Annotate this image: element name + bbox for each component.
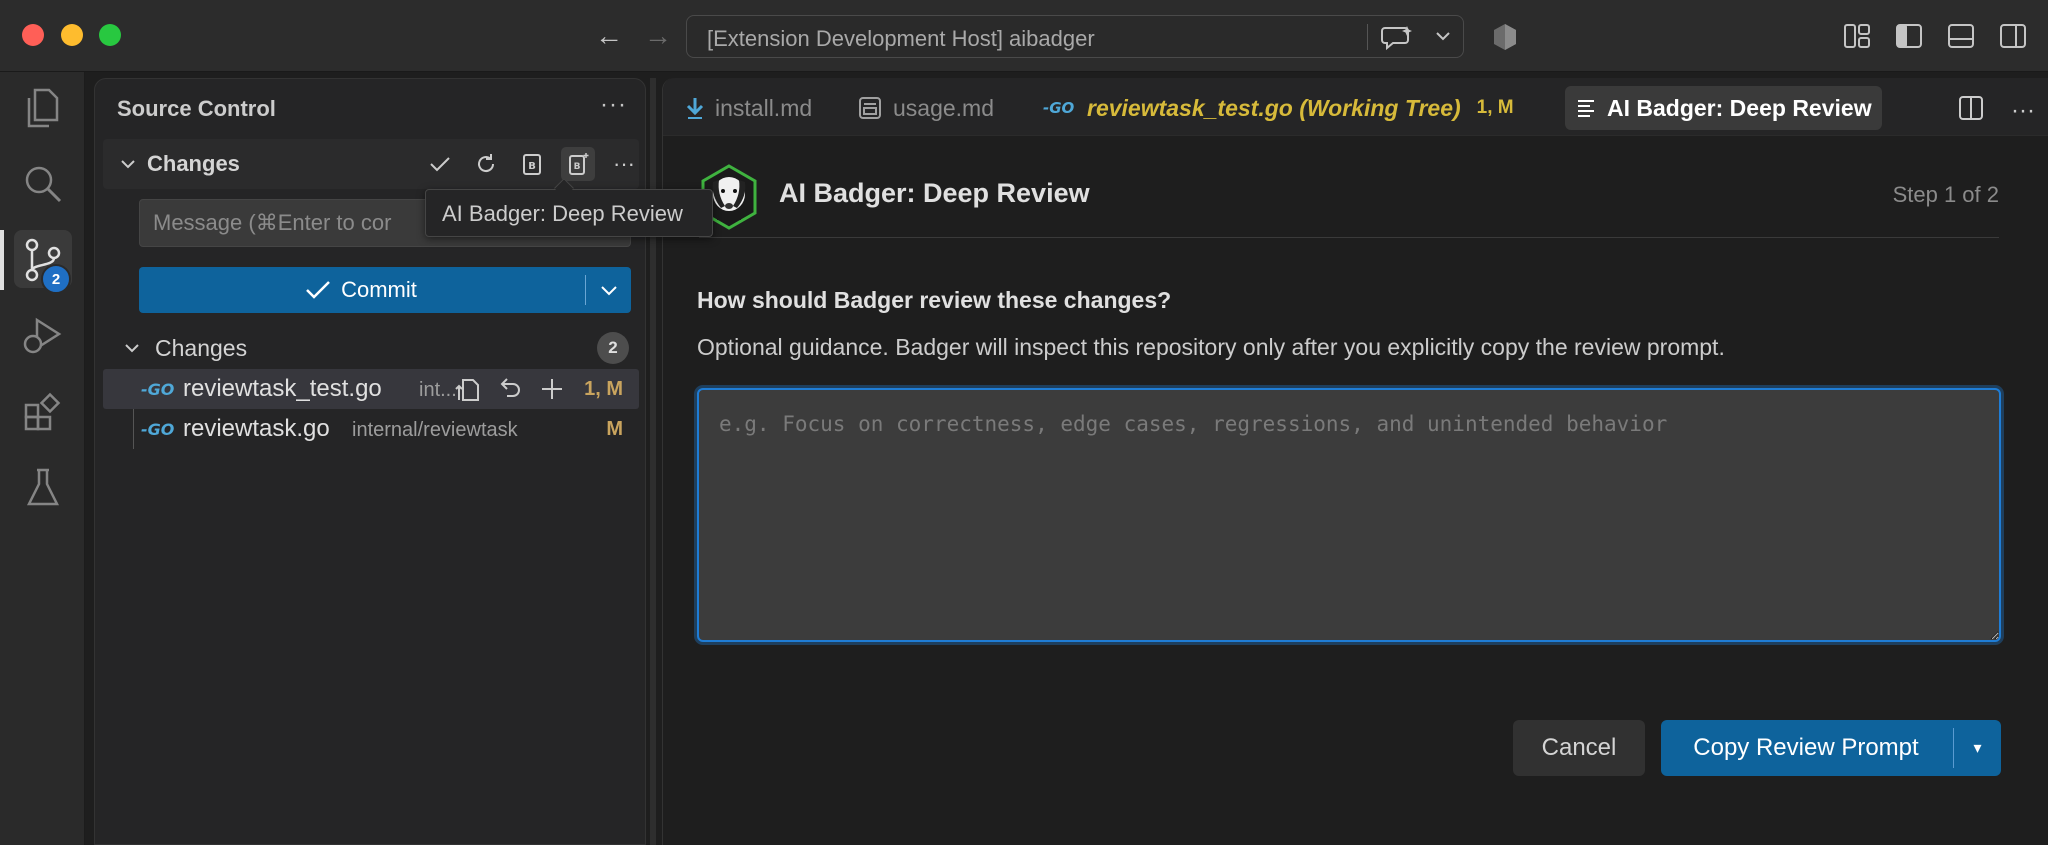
panel-header: AI Badger: Deep Review Step 1 of 2 (699, 164, 1999, 238)
commit-check-icon[interactable] (423, 147, 457, 181)
commit-button-main[interactable]: Commit (139, 267, 583, 313)
back-arrow-icon[interactable]: ← (595, 22, 623, 50)
changes-count-badge: 2 (597, 332, 629, 364)
divider (585, 275, 586, 305)
copy-review-prompt-button[interactable]: Copy Review Prompt ▾ (1661, 720, 2001, 776)
tab-status: 1, M (1476, 97, 1514, 118)
copilot-icon[interactable] (1490, 22, 1520, 57)
open-file-icon[interactable] (451, 373, 485, 405)
toggle-secondary-sidebar-icon[interactable] (1998, 22, 2028, 55)
tab-reviewtask-test-go[interactable]: -GO reviewtask_test.go (Working Tree) 1,… (1033, 86, 1524, 130)
badger-review-icon[interactable]: B (515, 147, 549, 181)
commit-dropdown-button[interactable] (587, 267, 631, 313)
forward-arrow-icon[interactable]: → (644, 22, 672, 50)
title-bar: ← → [Extension Development Host] aibadge… (0, 0, 2048, 72)
explorer-icon[interactable] (0, 72, 85, 144)
chevron-down-icon (601, 286, 617, 296)
tab-label: install.md (715, 94, 813, 121)
split-editor-icon[interactable] (1957, 94, 1985, 127)
divider (1367, 24, 1368, 50)
tab-usage-md[interactable]: usage.md (847, 86, 1004, 130)
zoom-window-button[interactable] (99, 24, 121, 46)
svg-text:B: B (528, 161, 536, 172)
file-row[interactable]: -GO reviewtask_test.go int... 1, M (103, 369, 639, 409)
more-actions-icon[interactable]: ··· (600, 91, 627, 119)
sidebar-title: Source Control (117, 96, 276, 121)
guidance-text: Optional guidance. Badger will inspect t… (697, 334, 1725, 360)
checkmark-icon (306, 281, 330, 299)
tab-label: AI Badger: Deep Review (1607, 94, 1872, 121)
file-name: reviewtask_test.go (183, 375, 382, 402)
changes-group[interactable]: Changes 2 (103, 327, 639, 369)
run-debug-icon[interactable] (0, 300, 85, 372)
svg-text:-GO: -GO (1043, 100, 1075, 116)
customize-layout-icon[interactable] (1842, 22, 1872, 55)
repository-header[interactable]: Changes B B ··· (103, 139, 639, 189)
chevron-down-icon[interactable] (1435, 28, 1451, 49)
svg-text:-GO: -GO (141, 381, 175, 397)
commit-button[interactable]: Commit (139, 267, 631, 313)
go-icon: -GO (1043, 100, 1075, 116)
discard-changes-icon[interactable] (493, 373, 527, 405)
chevron-down-icon[interactable] (119, 155, 137, 178)
tab-label: reviewtask_test.go (Working Tree) (1087, 94, 1461, 121)
file-status: 1, M (584, 378, 623, 400)
activity-bar: 2 (0, 72, 85, 845)
preview-icon (859, 97, 881, 119)
tab-install-md[interactable]: install.md (675, 86, 822, 130)
minimize-window-button[interactable] (61, 24, 83, 46)
stage-changes-icon[interactable] (535, 373, 569, 405)
testing-flask-icon[interactable] (0, 452, 85, 524)
tab-ai-badger-deep-review[interactable]: AI Badger: Deep Review (1565, 86, 1882, 130)
more-actions-icon[interactable]: ··· (607, 147, 641, 181)
badger-deep-review-icon[interactable]: B (561, 147, 595, 181)
go-file-icon: -GO (141, 420, 179, 442)
toggle-panel-icon[interactable] (1946, 22, 1976, 55)
tab-bar: install.md usage.md -GO reviewtask_test.… (663, 78, 2048, 136)
file-path: internal/reviewtask (352, 419, 518, 441)
file-row[interactable]: -GO reviewtask.go internal/reviewtask M (103, 409, 639, 449)
file-status: M (606, 418, 623, 440)
download-arrow-icon (686, 98, 704, 119)
chat-sparkle-icon[interactable] (1381, 24, 1415, 57)
tooltip: AI Badger: Deep Review (425, 189, 713, 237)
close-window-button[interactable] (22, 24, 44, 46)
svg-text:-GO: -GO (141, 421, 175, 437)
editor-area: install.md usage.md -GO reviewtask_test.… (662, 78, 2048, 845)
cancel-button[interactable]: Cancel (1513, 720, 1645, 776)
svg-text:B: B (574, 162, 581, 172)
scm-badge: 2 (41, 264, 71, 294)
extensions-icon[interactable] (0, 376, 85, 448)
lines-icon (1578, 100, 1594, 117)
chevron-down-icon[interactable] (123, 339, 141, 362)
command-center[interactable]: [Extension Development Host] aibadger (686, 15, 1464, 58)
panel-title: AI Badger: Deep Review (779, 178, 1090, 208)
file-name: reviewtask.go (183, 415, 330, 442)
search-icon[interactable] (0, 148, 85, 220)
commit-label: Commit (341, 277, 417, 302)
go-file-icon: -GO (141, 380, 179, 402)
source-control-icon[interactable]: 2 (0, 224, 85, 296)
tab-label: usage.md (893, 94, 995, 121)
refresh-icon[interactable] (469, 147, 503, 181)
changes-group-label: Changes (155, 335, 248, 361)
copy-review-prompt-dropdown[interactable]: ▾ (1954, 720, 2001, 776)
repository-label: Changes (147, 151, 240, 176)
more-actions-icon[interactable]: ··· (2011, 97, 2035, 125)
copy-review-prompt-main[interactable]: Copy Review Prompt (1661, 720, 1951, 776)
review-guidance-textarea[interactable] (697, 388, 2001, 642)
command-center-label: [Extension Development Host] aibadger (707, 26, 1095, 51)
step-indicator: Step 1 of 2 (1892, 182, 1999, 207)
toggle-primary-sidebar-icon[interactable] (1894, 22, 1924, 55)
question-heading: How should Badger review these changes? (697, 287, 1172, 313)
